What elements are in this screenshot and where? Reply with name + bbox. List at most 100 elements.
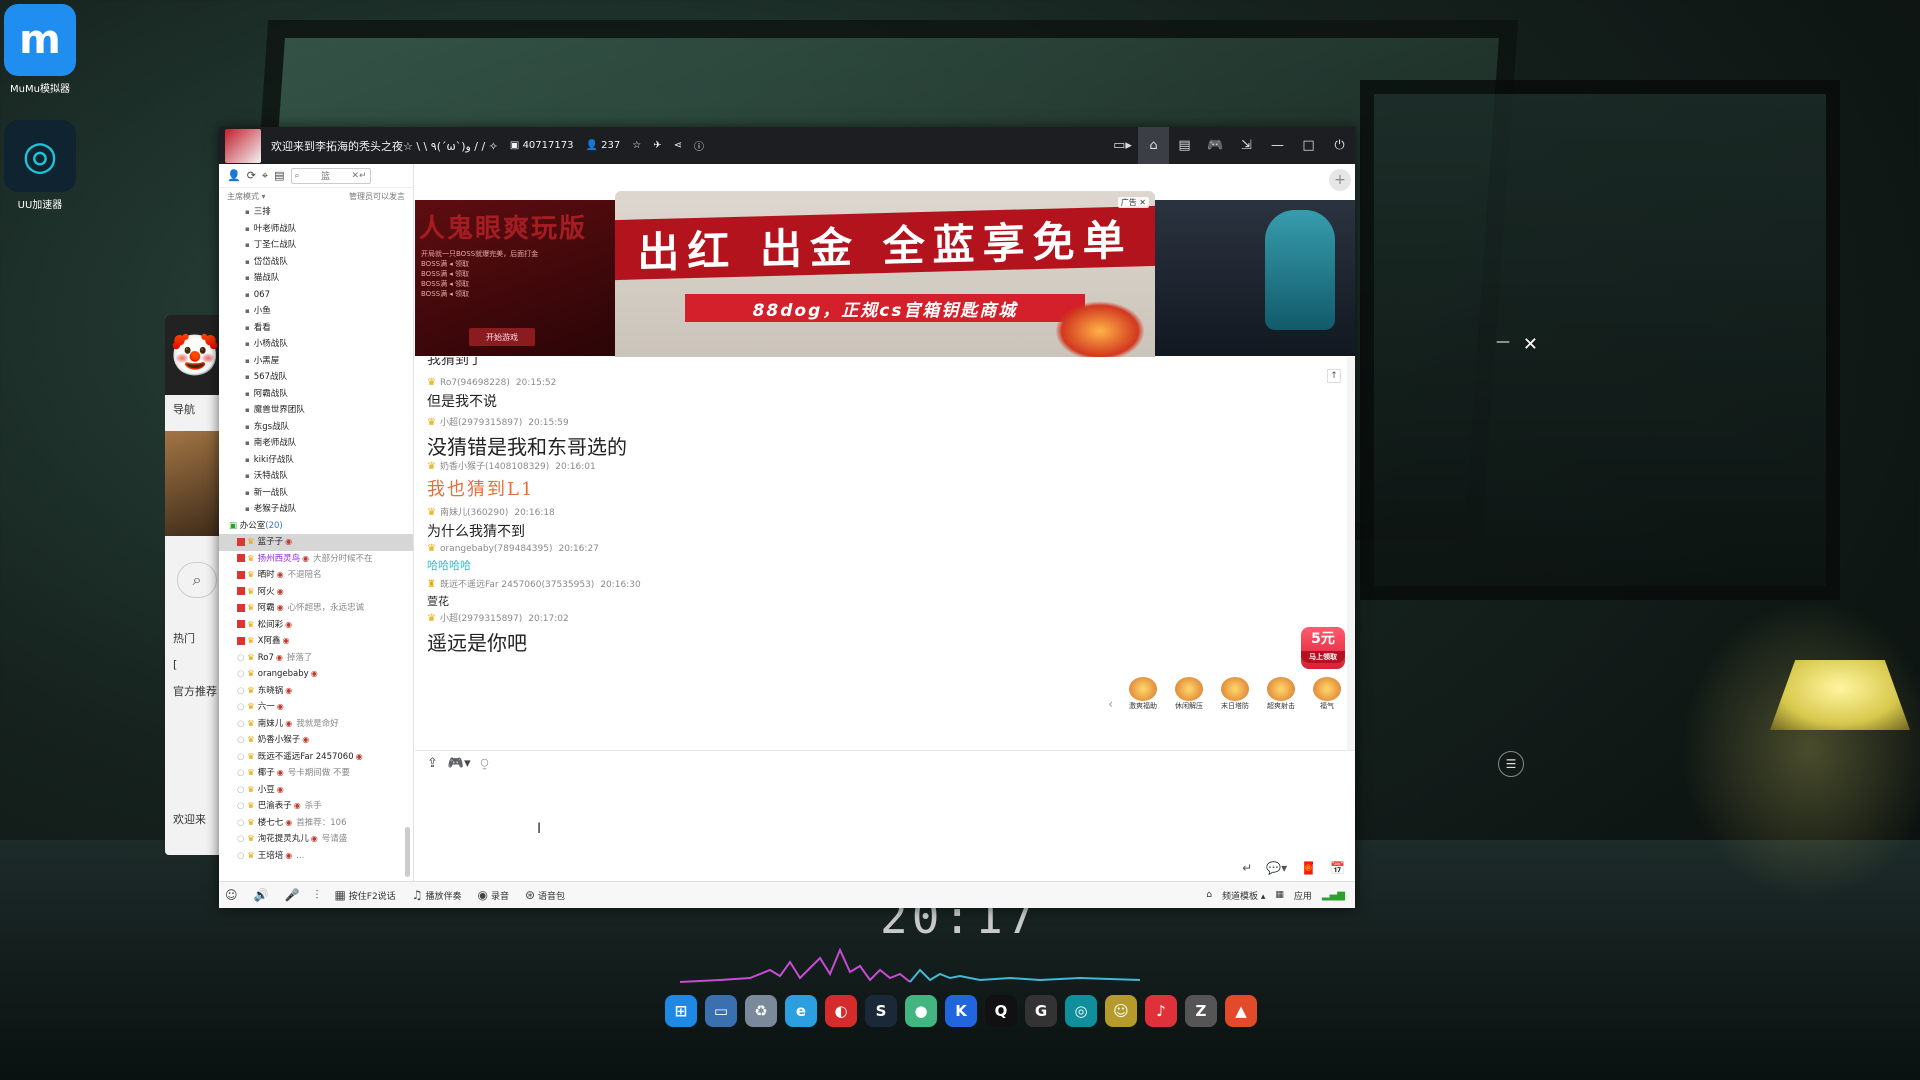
netease-icon[interactable]: ◐ bbox=[825, 995, 857, 1027]
channel-template-button[interactable]: 频道模板 ▴ bbox=[1222, 889, 1265, 902]
message-sender[interactable]: 既远不遥远Far 2457060(37535953) bbox=[440, 580, 594, 590]
mode-dropdown[interactable]: 主席模式 ▾ bbox=[227, 191, 266, 202]
user-list-item[interactable]: ♛ 松间彩 ◉ bbox=[219, 617, 413, 634]
info-icon[interactable]: ⓘ bbox=[694, 138, 704, 153]
channel-search-input[interactable]: ⌕ 篮 ✕↵ bbox=[290, 167, 371, 184]
layout-icon[interactable]: ▤ bbox=[1169, 127, 1200, 164]
user-list-item[interactable]: ○ ♛ 东晓锅 ◉ bbox=[219, 683, 413, 700]
game-shortcut[interactable]: 超爽射击 bbox=[1261, 677, 1301, 711]
maximize-icon[interactable]: □ bbox=[1293, 127, 1324, 164]
start-game-button[interactable]: 开始游戏 bbox=[469, 328, 535, 346]
subchannel-item[interactable]: 岱岱战队 bbox=[219, 254, 413, 271]
ad-banner[interactable]: 出红 出金 全蓝享免单 88dog，正规cs官箱钥匙商城 广告 ✕ bbox=[615, 191, 1155, 371]
chat-bubble-icon[interactable]: 💬▾ bbox=[1266, 861, 1287, 875]
message-sender[interactable]: 南妹儿(360290) bbox=[440, 508, 508, 518]
uu-icon[interactable]: ◎ bbox=[1065, 995, 1097, 1027]
subchannel-item[interactable]: kiki仔战队 bbox=[219, 452, 413, 469]
side-hot-label[interactable]: 热门 bbox=[165, 624, 225, 652]
subchannel-item[interactable]: 叶老师战队 bbox=[219, 221, 413, 238]
subchannel-item[interactable]: 南老师战队 bbox=[219, 435, 413, 452]
channel-avatar[interactable] bbox=[225, 128, 261, 163]
subchannel-item[interactable]: 三排 bbox=[219, 204, 413, 221]
side-item[interactable]: [ bbox=[165, 652, 225, 677]
star-icon[interactable]: ☆ bbox=[632, 140, 641, 151]
recycle-bin-icon[interactable]: ♻ bbox=[745, 995, 777, 1027]
apps-button[interactable]: 应用 bbox=[1294, 889, 1312, 902]
game-shortcut[interactable]: 休闲解压 bbox=[1169, 677, 1209, 711]
user-list-item[interactable]: ○ ♛ 小豆 ◉ bbox=[219, 782, 413, 799]
user-list-item[interactable]: ♛ 阿火 ◉ bbox=[219, 584, 413, 601]
push-to-talk-button[interactable]: ▦ 按住F2说话 bbox=[334, 888, 395, 903]
game-shortcut[interactable]: 福气 bbox=[1307, 677, 1347, 711]
chat-scrollbar[interactable] bbox=[1347, 357, 1355, 750]
subchannel-item[interactable]: 沃特战队 bbox=[219, 468, 413, 485]
minimize-icon[interactable]: — bbox=[1496, 334, 1510, 350]
subchannel-item[interactable]: 阿霸战队 bbox=[219, 386, 413, 403]
qq-icon[interactable]: Q bbox=[985, 995, 1017, 1027]
user-list-item[interactable]: ○ ♛ 六一 ◉ bbox=[219, 699, 413, 716]
game-shortcut[interactable]: 激爽福助 bbox=[1123, 677, 1163, 711]
music-icon[interactable]: ♪ bbox=[1145, 995, 1177, 1027]
grid-icon[interactable]: ▦ bbox=[1275, 890, 1284, 900]
voice-pack-button[interactable]: ⊛ 语音包 bbox=[525, 888, 565, 903]
list-icon[interactable]: ☰ bbox=[1498, 751, 1524, 777]
add-icon[interactable]: + bbox=[1329, 169, 1351, 191]
subchannel-item[interactable]: 小黑屋 bbox=[219, 353, 413, 370]
minimize-icon[interactable]: — bbox=[1262, 127, 1293, 164]
equalizer-icon[interactable]: ⫶ bbox=[315, 888, 318, 903]
bird-app-icon[interactable]: ▲ bbox=[1225, 995, 1257, 1027]
message-input-area[interactable]: ⇪ 🎮▾ ⍜ I ↵ 💬▾ 🧧 📅 bbox=[415, 750, 1355, 881]
user-list-item[interactable]: ○ ♛ 巴渝表子 ◉ 杀手 bbox=[219, 798, 413, 815]
g-app-icon[interactable]: G bbox=[1025, 995, 1057, 1027]
user-list-item[interactable]: ♛ 扬州西灵鸟 ◉ 大部分时候不在 bbox=[219, 551, 413, 568]
accompaniment-button[interactable]: ♫ 播放伴奏 bbox=[412, 888, 462, 903]
coupon-badge[interactable]: 5元 马上领取 bbox=[1301, 627, 1345, 669]
game-promo-right[interactable] bbox=[1155, 200, 1355, 356]
ad-close-tag[interactable]: 广告 ✕ bbox=[1117, 197, 1149, 208]
subchannel-item[interactable]: 东gs战队 bbox=[219, 419, 413, 436]
desktop-icon-mumu[interactable]: m MuMu模拟器 bbox=[0, 4, 80, 95]
refresh-icon[interactable]: ⟳ bbox=[247, 169, 256, 182]
plane-icon[interactable]: ✈ bbox=[653, 140, 661, 151]
user-list-item[interactable]: ○ ♛ Ro7 ◉ 掉落了 bbox=[219, 650, 413, 667]
search-icon[interactable]: ⌕ bbox=[177, 562, 217, 598]
monkey-app-icon[interactable]: ☺ bbox=[1105, 995, 1137, 1027]
subchannel-item[interactable]: 567战队 bbox=[219, 369, 413, 386]
user-list-item[interactable]: ○ ♛ 洵花提灵丸儿 ◉ 号请盛 bbox=[219, 831, 413, 848]
message-sender[interactable]: Ro7(94698228) bbox=[440, 378, 510, 388]
user-list-item[interactable]: ♛ X阿鑫 ◉ bbox=[219, 633, 413, 650]
side-nav-label[interactable]: 导航 bbox=[165, 395, 225, 423]
enter-icon[interactable]: ↵ bbox=[1242, 861, 1252, 875]
tree-scrollbar[interactable] bbox=[405, 827, 410, 877]
message-sender[interactable]: 小超(2979315897) bbox=[440, 614, 522, 624]
game-promo-left[interactable]: 人鬼眼爽玩版 开局就一只BOSS就爆完美，后面打金 BOSS满 ◂ 领取 BOSS满… bbox=[415, 200, 615, 356]
game-shortcut[interactable]: 末日塔防 bbox=[1215, 677, 1255, 711]
user-list-item[interactable]: ♛ 晒时 ◉ 不退陪名 bbox=[219, 567, 413, 584]
edge-icon[interactable]: e bbox=[785, 995, 817, 1027]
home-icon[interactable]: ⌂ bbox=[1138, 127, 1169, 164]
share-icon[interactable]: ⋖ bbox=[674, 140, 682, 151]
subchannel-item[interactable]: 丁圣仁战队 bbox=[219, 237, 413, 254]
colorful-app-icon[interactable]: ● bbox=[905, 995, 937, 1027]
red-packet-icon[interactable]: 🧧 bbox=[1301, 861, 1316, 875]
close-icon[interactable]: ✕ bbox=[1523, 334, 1538, 355]
subchannel-item[interactable]: 小鱼 bbox=[219, 303, 413, 320]
scroll-top-icon[interactable]: ↑ bbox=[1327, 369, 1341, 383]
subchannel-item[interactable]: 魔兽世界团队 bbox=[219, 402, 413, 419]
subchannel-item[interactable]: 067 bbox=[219, 287, 413, 304]
record-button[interactable]: ◉ 录音 bbox=[477, 888, 509, 903]
message-sender[interactable]: orangebaby(789484395) bbox=[440, 544, 553, 554]
user-list-item[interactable]: ○ ♛ 奶香小猴子 ◉ bbox=[219, 732, 413, 749]
share-screen-icon[interactable]: ⇪ bbox=[427, 756, 438, 771]
gamepad-dropdown-icon[interactable]: 🎮▾ bbox=[448, 756, 471, 771]
subchannel-item[interactable]: 老猴子战队 bbox=[219, 501, 413, 518]
subchannel-item[interactable]: 看看 bbox=[219, 320, 413, 337]
user-list-item[interactable]: ○ ♛ 南妹儿 ◉ 我就是命好 bbox=[219, 716, 413, 733]
user-list-item[interactable]: ♛ 篮子子 ◉ bbox=[219, 534, 413, 551]
video-icon[interactable]: ▭▸ bbox=[1107, 127, 1138, 164]
subchannel-item[interactable]: 猫战队 bbox=[219, 270, 413, 287]
note-icon[interactable]: ▤ bbox=[274, 169, 284, 182]
k-app-icon[interactable]: K bbox=[945, 995, 977, 1027]
yy-avatar-icon[interactable]: ☺ bbox=[225, 888, 238, 902]
message-sender[interactable]: 小超(2979315897) bbox=[440, 418, 522, 428]
